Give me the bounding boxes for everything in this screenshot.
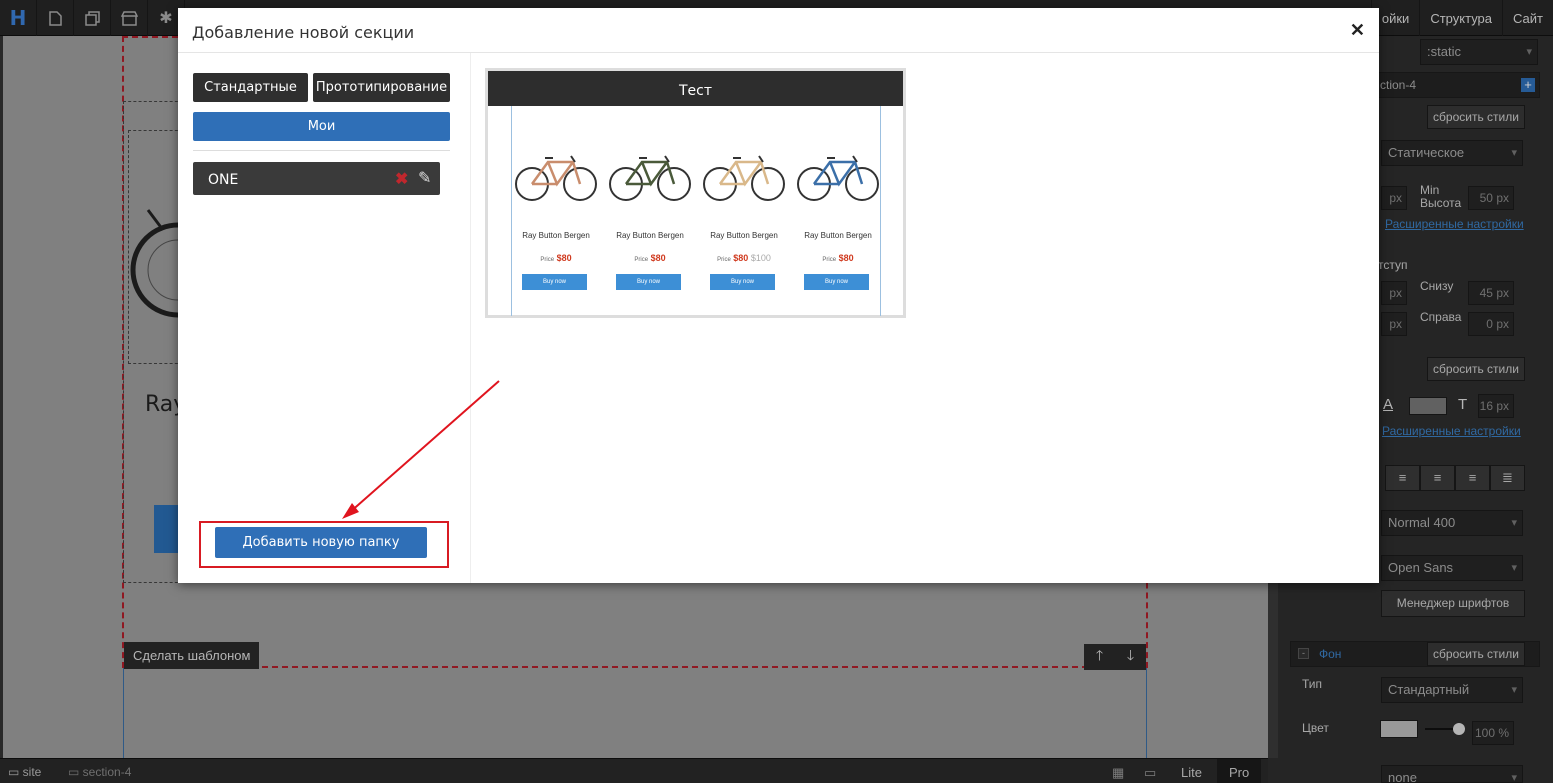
buy-button[interactable]: Buy now	[804, 274, 869, 290]
product-price: Price $80	[634, 253, 666, 263]
add-folder-button[interactable]: Добавить новую папку	[215, 527, 427, 558]
bike-image	[515, 155, 597, 201]
product-name: Ray Button Bergen	[804, 231, 872, 240]
product-price: Price $80 $100	[717, 253, 771, 263]
buy-button[interactable]: Buy now	[710, 274, 775, 290]
template-card[interactable]: Тест Ray Button Bergen Price $80 Buy now	[485, 68, 906, 318]
sidebar-divider	[470, 53, 471, 583]
template-title: Тест	[488, 71, 903, 106]
product-price: Price $80	[540, 253, 572, 263]
tab-mine[interactable]: Мои	[193, 112, 450, 141]
product-name: Ray Button Bergen	[616, 231, 684, 240]
tab-prototyping[interactable]: Прототипирование	[313, 73, 450, 102]
bike-image	[797, 155, 879, 201]
modal-header: Добавление новой секции ✕	[178, 8, 1379, 53]
pencil-icon[interactable]: ✎	[418, 168, 431, 188]
bike-image	[609, 155, 691, 201]
modal-title: Добавление новой секции	[192, 23, 415, 42]
product-card: Ray Button Bergen Price $80 Buy now	[512, 146, 600, 290]
product-price: Price $80	[822, 253, 854, 263]
product-card: Ray Button Bergen Price $80 $100 Buy now	[700, 146, 788, 290]
template-preview: Ray Button Bergen Price $80 Buy now Ray …	[511, 106, 881, 316]
bike-image	[703, 155, 785, 201]
folder-item[interactable]: ONE ✖ ✎	[193, 162, 440, 195]
buy-button[interactable]: Buy now	[522, 274, 587, 290]
add-section-modal: Добавление новой секции ✕ Стандартные Пр…	[178, 8, 1379, 583]
product-name: Ray Button Bergen	[710, 231, 778, 240]
buy-button[interactable]: Buy now	[616, 274, 681, 290]
product-card: Ray Button Bergen Price $80 Buy now	[794, 146, 882, 290]
close-icon[interactable]: ✕	[1350, 20, 1365, 41]
product-card: Ray Button Bergen Price $80 Buy now	[606, 146, 694, 290]
tab-standard[interactable]: Стандартные	[193, 73, 308, 102]
sidebar-separator	[193, 150, 450, 151]
delete-icon[interactable]: ✖	[395, 169, 408, 189]
product-name: Ray Button Bergen	[522, 231, 590, 240]
folder-label: ONE	[208, 172, 239, 188]
